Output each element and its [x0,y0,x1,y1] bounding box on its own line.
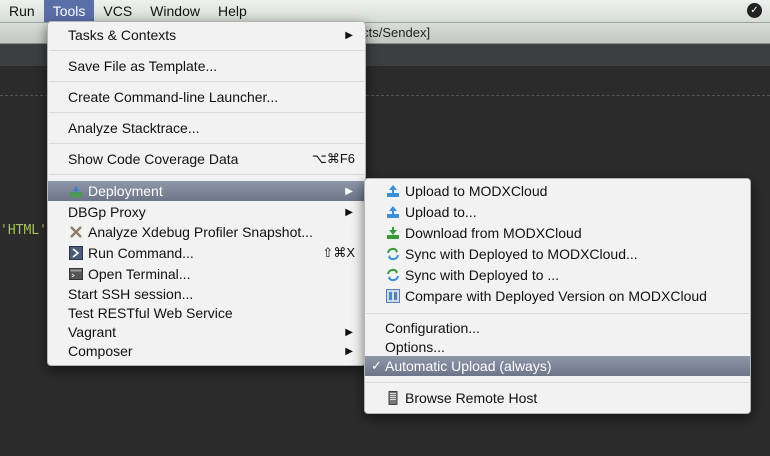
menu-item-restful-test[interactable]: Test RESTful Web Service [48,303,365,323]
menu-item-label: Compare with Deployed Version on MODXClo… [405,288,707,304]
menu-item-code-coverage[interactable]: Show Code Coverage Data ⌥⌘F6 [48,149,365,169]
sync-icon [385,246,401,262]
menu-item-label: DBGp Proxy [68,204,146,220]
tools-menu: Tasks & Contexts ▶ Save File as Template… [47,21,366,366]
menu-item-label: Deployment [88,183,163,199]
menu-item-label: Download from MODXCloud [405,225,582,241]
download-icon [385,225,401,241]
menu-item-label: Analyze Stacktrace... [68,120,200,136]
shortcut-label: ⌥⌘F6 [311,151,355,166]
menu-item-composer[interactable]: Composer ▶ [48,341,365,361]
menu-item-label: Save File as Template... [68,58,218,74]
menu-window[interactable]: Window [141,0,209,22]
submenu-arrow-icon: ▶ [345,326,353,338]
menu-separator [49,174,364,175]
menu-item-open-terminal[interactable]: Open Terminal... [48,264,365,284]
upload-icon [385,183,401,199]
sync-icon [385,267,401,283]
menu-item-label: Create Command-line Launcher... [68,89,279,105]
submenu-arrow-icon: ▶ [345,345,353,357]
menu-item-label: Automatic Upload (always) [385,358,552,374]
menu-item-sync-modxcloud[interactable]: Sync with Deployed to MODXCloud... [365,244,750,264]
menu-item-label: Browse Remote Host [405,390,538,406]
menu-item-configuration[interactable]: Configuration... [365,318,750,338]
menu-item-label: Start SSH session... [68,286,194,302]
menu-item-label: Upload to... [405,204,477,220]
menu-item-label: Open Terminal... [88,266,191,282]
menu-item-options[interactable]: Options... [365,337,750,357]
menu-item-label: Show Code Coverage Data [68,151,239,167]
run-command-icon [68,245,84,261]
menu-item-sync-deployed-to[interactable]: Sync with Deployed to ... [365,265,750,285]
menu-item-upload-modxcloud[interactable]: Upload to MODXCloud [365,181,750,201]
menu-item-save-template[interactable]: Save File as Template... [48,56,365,76]
menu-item-label: Tasks & Contexts [68,27,177,43]
menu-tools[interactable]: Tools [43,0,95,22]
menu-item-tasks-contexts[interactable]: Tasks & Contexts ▶ [48,25,365,45]
menu-item-label: Sync with Deployed to ... [405,267,560,283]
menu-item-label: Composer [68,343,133,359]
menu-item-xdebug-snapshot[interactable]: Analyze Xdebug Profiler Snapshot... [48,222,365,242]
submenu-arrow-icon: ▶ [345,206,353,218]
terminal-icon [68,266,84,282]
menu-item-label: Run Command... [88,245,194,261]
deployment-submenu: Upload to MODXCloud Upload to... Downloa… [364,178,751,414]
menu-item-run-command[interactable]: Run Command... ⇧⌘X [48,243,365,263]
menu-separator [366,382,749,383]
menu-help[interactable]: Help [209,0,256,22]
menu-separator [366,313,749,314]
menu-separator [49,81,364,82]
menu-item-automatic-upload[interactable]: ✓ Automatic Upload (always) [365,356,750,376]
menu-item-upload-to[interactable]: Upload to... [365,202,750,222]
menu-item-vagrant[interactable]: Vagrant ▶ [48,322,365,342]
upload-icon [385,204,401,220]
menu-run[interactable]: Run [0,0,44,22]
menu-item-download-modxcloud[interactable]: Download from MODXCloud [365,223,750,243]
submenu-arrow-icon: ▶ [345,29,353,41]
menu-separator [49,143,364,144]
shortcut-label: ⇧⌘X [322,245,355,260]
menu-item-label: Upload to MODXCloud [405,183,548,199]
xdebug-icon [68,224,84,240]
menu-item-label: Analyze Xdebug Profiler Snapshot... [88,224,313,240]
shield-check-icon[interactable]: ✓ [747,3,762,18]
menu-bar: Run Tools VCS Window Help ✓ [0,0,770,23]
menu-item-label: Test RESTful Web Service [68,305,233,321]
menu-item-label: Options... [385,339,445,355]
code-text: 'HTML' [0,223,47,238]
menu-item-label: Configuration... [385,320,480,336]
menu-item-analyze-stacktrace[interactable]: Analyze Stacktrace... [48,118,365,138]
checkmark-icon: ✓ [371,358,382,373]
compare-icon [385,288,401,304]
deployment-icon [68,183,84,199]
menu-item-deployment[interactable]: Deployment ▶ [48,181,365,201]
menu-item-dbgp-proxy[interactable]: DBGp Proxy ▶ [48,202,365,222]
menu-item-ssh-session[interactable]: Start SSH session... [48,284,365,304]
submenu-arrow-icon: ▶ [345,185,353,197]
server-icon [385,390,401,406]
menu-vcs[interactable]: VCS [94,0,141,22]
menu-item-label: Sync with Deployed to MODXCloud... [405,246,638,262]
menu-item-command-line-launcher[interactable]: Create Command-line Launcher... [48,87,365,107]
menu-separator [49,50,364,51]
menu-item-compare-deployed[interactable]: Compare with Deployed Version on MODXClo… [365,286,750,306]
menu-item-label: Vagrant [68,324,116,340]
menu-item-browse-remote-host[interactable]: Browse Remote Host [365,388,750,408]
menu-separator [49,112,364,113]
